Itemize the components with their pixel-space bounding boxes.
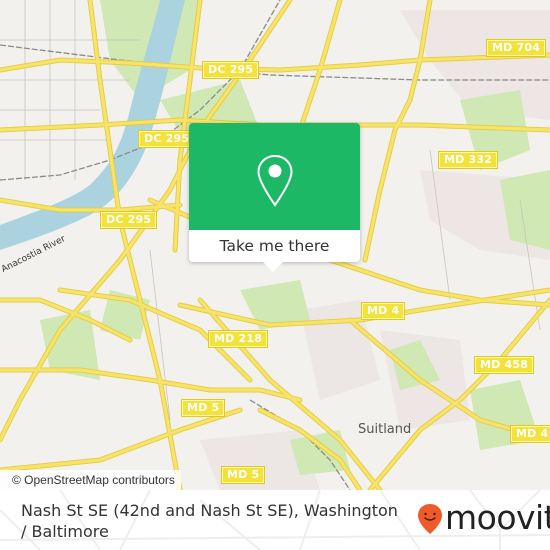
map-pin-icon [257, 154, 293, 207]
popup-header [189, 123, 360, 230]
destination-popup: Take me there [189, 123, 360, 272]
take-me-there-button[interactable]: Take me there [189, 230, 360, 262]
moovit-logo[interactable]: moovit [417, 498, 550, 538]
route-shield-dc-295: DC 295 [201, 61, 260, 79]
location-title: Nash St SE (42nd and Nash St SE), Washin… [21, 501, 398, 541]
route-shield-md-218: MD 218 [207, 330, 269, 348]
map-view[interactable]: DC 295 DC 295 DC 295 MD 704 MD 332 MD 4 … [0, 0, 550, 490]
route-shield-dc-295: DC 295 [99, 211, 158, 229]
moovit-wordmark: moovit [445, 498, 550, 537]
route-shield-md-332: MD 332 [437, 151, 499, 169]
route-shield-md-458: MD 458 [473, 356, 535, 374]
moovit-pin-logo-icon [418, 504, 442, 534]
route-shield-md-4: MD 4 [509, 425, 550, 443]
popup-pointer [263, 262, 283, 272]
route-shield-md-5: MD 5 [220, 466, 266, 484]
route-shield-md-4: MD 4 [360, 302, 406, 320]
map-attribution[interactable]: © OpenStreetMap contributors [0, 470, 181, 490]
route-shield-dc-295: DC 295 [137, 130, 196, 148]
footer: Nash St SE (42nd and Nash St SE), Washin… [0, 490, 550, 550]
place-label-suitland: Suitland [358, 422, 412, 437]
route-shield-md-5: MD 5 [180, 399, 226, 417]
route-shield-md-704: MD 704 [485, 39, 547, 57]
